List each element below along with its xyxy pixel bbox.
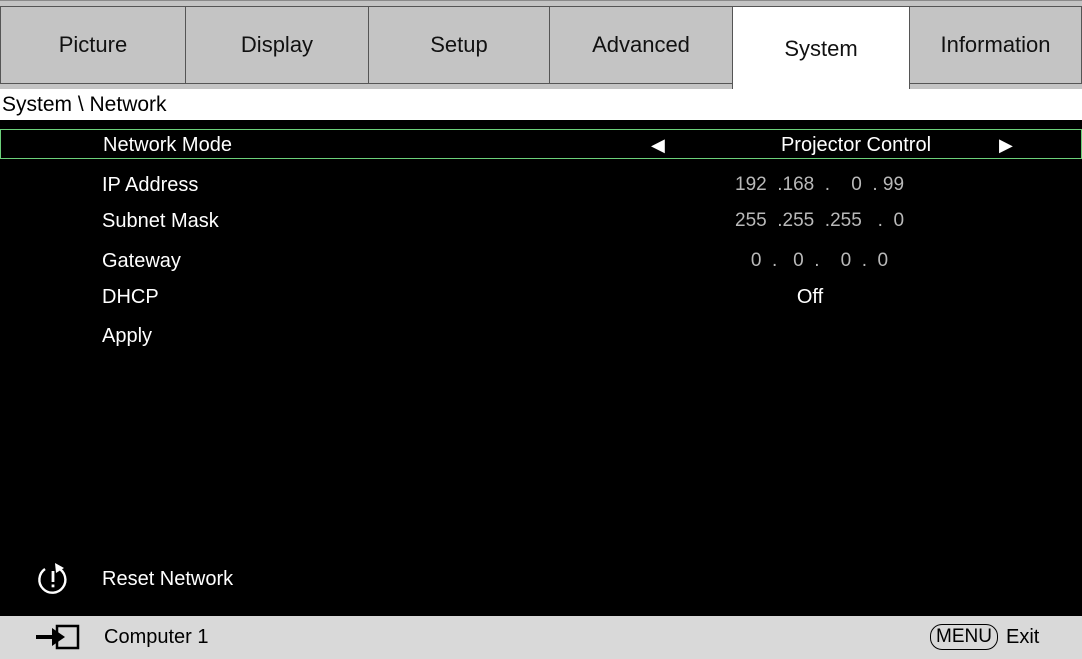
tab-display[interactable]: Display — [185, 6, 369, 84]
subnet-mask-label: Subnet Mask — [102, 210, 219, 232]
menu-row-subnet-mask[interactable]: Subnet Mask 255 .255 .255 . 0 — [0, 206, 1082, 236]
input-source-icon — [36, 624, 80, 650]
tab-advanced[interactable]: Advanced — [549, 6, 733, 84]
subnet-mask-value: 255 .255 .255 . 0 — [735, 210, 905, 231]
network-mode-value: Projector Control — [780, 134, 932, 156]
dhcp-label: DHCP — [102, 286, 159, 308]
triangle-left-icon[interactable]: ◀ — [651, 130, 665, 160]
breadcrumb: System \ Network — [0, 89, 1082, 120]
tab-information[interactable]: Information — [909, 6, 1082, 84]
tab-bar: Picture Display Setup Advanced System In… — [0, 0, 1082, 90]
triangle-right-icon[interactable]: ▶ — [999, 130, 1013, 160]
menu-row-network-mode[interactable]: Network Mode ◀ Projector Control ▶ — [0, 129, 1082, 159]
menu-row-apply[interactable]: Apply — [0, 321, 1082, 351]
footer-bar: Computer 1 MENU Exit — [0, 616, 1082, 659]
current-source-label: Computer 1 — [104, 626, 209, 648]
apply-label: Apply — [102, 325, 153, 347]
menu-key-button[interactable]: MENU — [930, 624, 998, 650]
dhcp-value: Off — [796, 286, 824, 308]
menu-row-dhcp[interactable]: DHCP Off — [0, 282, 1082, 312]
gateway-value: 0 . 0 . 0 . 0 — [735, 250, 889, 271]
menu-row-reset-network[interactable]: Reset Network — [0, 564, 1082, 594]
tab-system[interactable]: System — [732, 6, 910, 90]
ip-address-label: IP Address — [102, 174, 199, 196]
menu-row-ip-address[interactable]: IP Address 192 .168 . 0 . 99 — [0, 170, 1082, 200]
reset-network-label: Reset Network — [102, 568, 234, 590]
ip-address-value: 192 .168 . 0 . 99 — [735, 174, 905, 195]
tab-picture[interactable]: Picture — [0, 6, 186, 84]
gateway-label: Gateway — [102, 250, 181, 272]
menu-row-gateway[interactable]: Gateway 0 . 0 . 0 . 0 — [0, 246, 1082, 276]
exit-label: Exit — [1006, 626, 1040, 648]
tab-setup[interactable]: Setup — [368, 6, 550, 84]
network-mode-label: Network Mode — [103, 134, 232, 156]
